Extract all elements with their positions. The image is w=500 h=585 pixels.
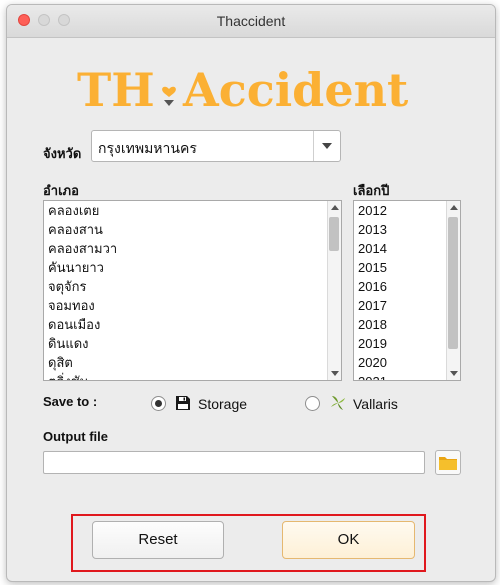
list-item[interactable]: ดอนเมือง <box>44 315 328 334</box>
list-item[interactable]: คลองเตย <box>44 201 328 220</box>
scroll-down-icon[interactable] <box>331 371 339 376</box>
save-to-label: Save to : <box>43 394 98 409</box>
list-item[interactable]: 2018 <box>354 315 447 334</box>
scroll-up-icon[interactable] <box>331 205 339 210</box>
list-item[interactable]: 2012 <box>354 201 447 220</box>
province-label: จังหวัด <box>43 146 82 161</box>
reset-button[interactable]: Reset <box>92 521 224 559</box>
list-item[interactable]: จอมทอง <box>44 296 328 315</box>
browse-folder-button[interactable] <box>435 450 461 475</box>
vallaris-radio[interactable] <box>305 396 320 411</box>
ok-button[interactable]: OK <box>282 521 415 559</box>
chevron-down-icon[interactable] <box>313 131 340 161</box>
district-label: อำเภอ <box>43 183 79 198</box>
vallaris-option-label[interactable]: Vallaris <box>353 396 398 412</box>
th-accident-logo: TH Accident <box>77 63 409 116</box>
logo-text-th: TH <box>77 63 155 116</box>
storage-radio[interactable] <box>151 396 166 411</box>
year-list[interactable]: 2012 2013 2014 2015 2016 2017 2018 2019 … <box>353 200 461 381</box>
list-item[interactable]: 2021 <box>354 372 447 380</box>
district-list[interactable]: คลองเตย คลองสาน คลองสามวา คันนายาว จตุจั… <box>43 200 342 381</box>
title-bar: Thaccident <box>7 5 495 38</box>
year-scrollbar[interactable] <box>446 201 460 380</box>
output-file-label: Output file <box>43 429 108 444</box>
scroll-thumb[interactable] <box>448 217 458 349</box>
year-label: เลือกปี <box>353 183 390 198</box>
storage-option-label[interactable]: Storage <box>198 396 247 412</box>
heart-pin-icon <box>162 86 176 106</box>
list-item[interactable]: 2015 <box>354 258 447 277</box>
list-item[interactable]: 2016 <box>354 277 447 296</box>
list-item[interactable]: 2019 <box>354 334 447 353</box>
list-item[interactable]: คันนายาว <box>44 258 328 277</box>
vallaris-leaf-icon <box>331 396 345 410</box>
list-item[interactable]: 2014 <box>354 239 447 258</box>
district-scrollbar[interactable] <box>327 201 341 380</box>
province-select-value: กรุงเทพมหานคร <box>98 140 197 156</box>
list-item[interactable]: ตลิ่งชัน <box>44 372 328 380</box>
window-title: Thaccident <box>216 13 286 29</box>
list-item[interactable]: ดุสิต <box>44 353 328 372</box>
list-item[interactable]: คลองสาน <box>44 220 328 239</box>
list-item[interactable]: 2017 <box>354 296 447 315</box>
floppy-disk-icon <box>176 396 190 410</box>
list-item[interactable]: 2020 <box>354 353 447 372</box>
folder-icon <box>439 457 457 470</box>
application-window: Thaccident TH Accident จังหวัด กรุงเทพมห… <box>6 4 496 582</box>
logo-text-accident: Accident <box>182 63 409 116</box>
list-item[interactable]: คลองสามวา <box>44 239 328 258</box>
list-item[interactable]: จตุจักร <box>44 277 328 296</box>
list-item[interactable]: ดินแดง <box>44 334 328 353</box>
province-select[interactable]: กรุงเทพมหานคร <box>91 130 341 162</box>
list-item[interactable]: 2013 <box>354 220 447 239</box>
scroll-down-icon[interactable] <box>450 371 458 376</box>
output-file-input[interactable] <box>43 451 425 474</box>
scroll-up-icon[interactable] <box>450 205 458 210</box>
scroll-thumb[interactable] <box>329 217 339 251</box>
